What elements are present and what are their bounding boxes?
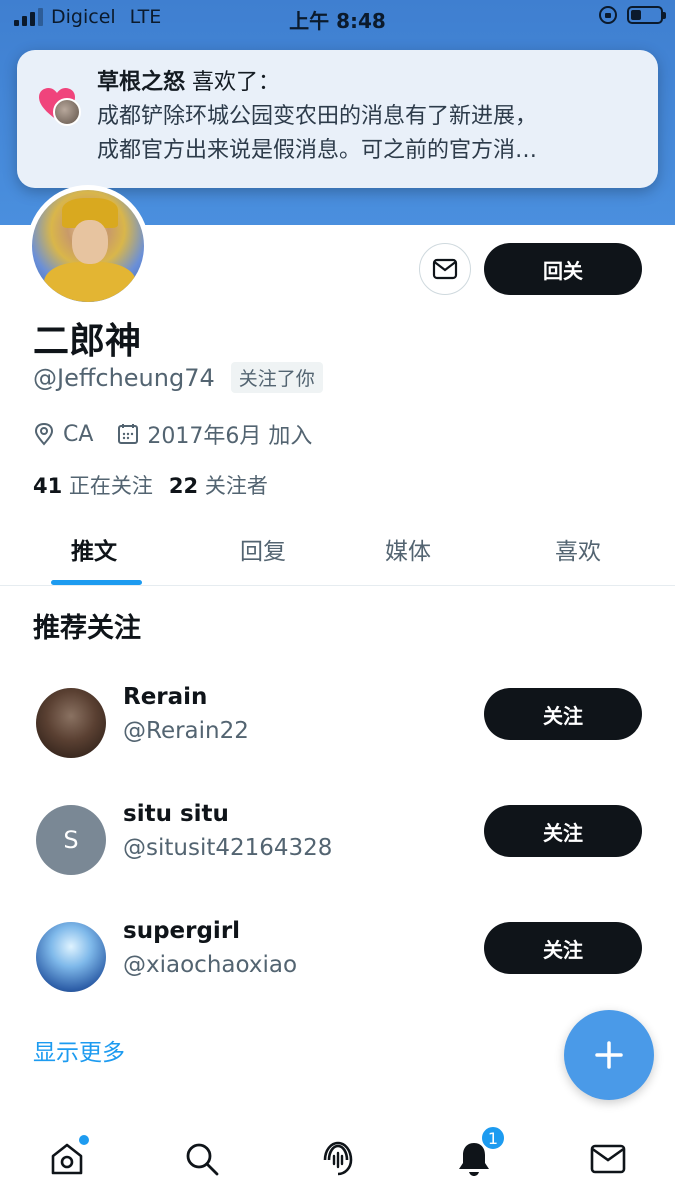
orientation-lock-icon xyxy=(599,6,617,24)
follow-button[interactable]: 关注 xyxy=(484,688,642,740)
joined-item: 2017年6月 加入 xyxy=(117,418,312,450)
status-bar-right xyxy=(599,6,666,24)
suggestion-name: Rerain xyxy=(123,684,208,710)
suggestion-name: supergirl xyxy=(123,918,241,944)
home-unread-dot xyxy=(79,1135,89,1145)
followers-stat[interactable]: 22 关注者 xyxy=(169,470,268,500)
notification-line-2: 成都官方出来说是假消息。可之前的官方消… xyxy=(97,138,538,163)
calendar-icon xyxy=(118,424,139,444)
nav-messages[interactable] xyxy=(586,1137,630,1181)
messages-icon xyxy=(590,1144,626,1174)
location-item: CA xyxy=(33,422,93,447)
show-more-link[interactable]: 显示更多 xyxy=(33,1033,125,1067)
notification-avatar xyxy=(53,98,81,126)
suggestion-row[interactable]: supergirl @xiaochaoxiao 关注 xyxy=(0,918,675,1022)
follow-button[interactable]: 关注 xyxy=(484,805,642,857)
location-pin-icon xyxy=(34,422,54,446)
nav-spaces[interactable] xyxy=(316,1137,360,1181)
suggestion-row[interactable]: Rerain @Rerain22 关注 xyxy=(0,684,675,788)
profile-avatar[interactable] xyxy=(27,185,149,307)
follows-you-badge: 关注了你 xyxy=(230,362,323,393)
avatar[interactable] xyxy=(36,922,106,992)
follow-stats: 41 正在关注 22 关注者 xyxy=(33,470,278,500)
tab-media[interactable]: 媒体 xyxy=(385,532,431,566)
notification-title: 草根之怒 喜欢了： xyxy=(97,66,638,100)
follow-button[interactable]: 关注 xyxy=(484,922,642,974)
push-notification[interactable]: 草根之怒 喜欢了： 成都铲除环城公园变农田的消息有了新进展， 成都官方出来说是假… xyxy=(17,50,658,188)
notification-body: 草根之怒 喜欢了： 成都铲除环城公园变农田的消息有了新进展， 成都官方出来说是假… xyxy=(97,66,638,168)
active-tab-indicator xyxy=(51,580,142,585)
envelope-icon xyxy=(432,258,458,280)
follow-back-button[interactable]: 回关 xyxy=(484,243,642,295)
tab-tweets[interactable]: 推文 xyxy=(71,532,117,566)
spaces-icon xyxy=(323,1141,353,1176)
avatar[interactable]: S xyxy=(36,805,106,875)
following-stat[interactable]: 41 正在关注 xyxy=(33,470,153,500)
followers-label: 关注者 xyxy=(204,474,268,498)
location-text: CA xyxy=(63,421,94,447)
avatar[interactable] xyxy=(36,688,106,758)
status-bar: Digicel LTE 上午 8:48 xyxy=(0,0,675,36)
handle-row: @Jeffcheung74 关注了你 xyxy=(33,362,323,393)
suggestions-title: 推荐关注 xyxy=(33,613,141,644)
bottom-navigation: 1 xyxy=(0,1125,675,1200)
suggestion-row[interactable]: S situ situ @situsit42164328 关注 xyxy=(0,801,675,905)
home-icon xyxy=(51,1143,83,1175)
avatar-robe xyxy=(44,262,136,302)
suggestion-handle: @situsit42164328 xyxy=(123,835,333,861)
profile-meta: CA 2017年6月 加入 xyxy=(33,418,326,450)
nav-notifications[interactable]: 1 xyxy=(452,1125,506,1181)
notification-line-1: 成都铲除环城公园变农田的消息有了新进展， xyxy=(97,104,538,129)
battery-icon xyxy=(627,6,666,24)
user-handle: @Jeffcheung74 xyxy=(33,363,215,392)
profile-tabs: 推文 回复 媒体 喜欢 xyxy=(0,518,675,586)
plus-icon xyxy=(595,1041,623,1069)
status-time: 上午 8:48 xyxy=(289,9,386,33)
compose-button[interactable] xyxy=(564,1010,654,1100)
search-icon xyxy=(186,1143,219,1176)
following-label: 正在关注 xyxy=(68,474,153,498)
tab-likes[interactable]: 喜欢 xyxy=(555,532,601,566)
nav-search[interactable] xyxy=(180,1137,224,1181)
message-button[interactable] xyxy=(419,243,471,295)
joined-text: 2017年6月 加入 xyxy=(147,424,313,449)
avatar-face xyxy=(72,220,108,264)
notification-actor: 草根之怒 xyxy=(97,70,186,95)
following-count: 41 xyxy=(33,474,63,498)
suggestion-name: situ situ xyxy=(123,801,229,827)
nav-home[interactable] xyxy=(45,1135,89,1181)
tab-replies[interactable]: 回复 xyxy=(240,532,286,566)
display-name: 二郎神 xyxy=(33,321,142,362)
suggestion-handle: @Rerain22 xyxy=(123,718,249,744)
followers-count: 22 xyxy=(168,474,199,498)
suggestion-handle: @xiaochaoxiao xyxy=(123,952,298,978)
notifications-badge: 1 xyxy=(480,1125,506,1151)
notification-action: 喜欢了： xyxy=(185,70,281,95)
